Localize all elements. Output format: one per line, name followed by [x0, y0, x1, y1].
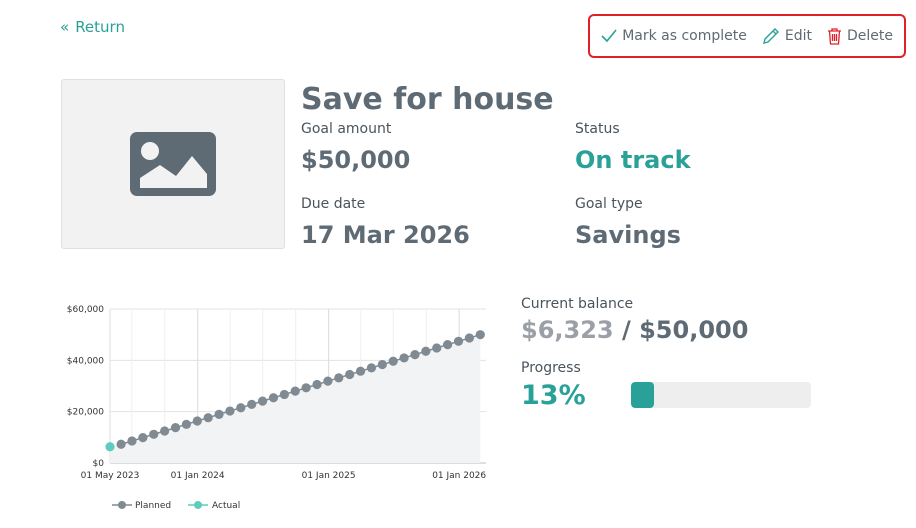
- double-chevron-left-icon: «: [60, 18, 69, 36]
- chart-planned-point: [366, 363, 377, 373]
- edit-label: Edit: [784, 28, 812, 44]
- chart-planned-point: [149, 429, 159, 439]
- chart-planned-point: [388, 356, 398, 366]
- legend-planned-marker: [118, 501, 126, 509]
- chart-planned-point: [236, 403, 246, 413]
- checkmark-icon: [601, 29, 617, 43]
- image-placeholder-icon: [130, 132, 216, 196]
- chart-planned-point: [203, 413, 213, 423]
- due-date-value: 17 Mar 2026: [301, 221, 470, 249]
- chart-planned-point: [116, 439, 126, 449]
- trash-icon: [828, 28, 841, 45]
- chart-y-tick-label: $40,000: [67, 356, 104, 366]
- chart-planned-point: [432, 343, 442, 353]
- chart-planned-point: [377, 359, 387, 370]
- mark-complete-label: Mark as complete: [622, 28, 747, 44]
- chart-x-tick-label: 01 May 2023: [81, 471, 140, 481]
- savings-progress-chart: $0 $20,000 $40,000 $60,000 01 May 2023 01 Jan…: [67, 305, 487, 511]
- goal-type-label: Goal type: [575, 196, 643, 212]
- chart-x-tick-label: 01 Jan 2025: [302, 471, 356, 481]
- legend-actual-marker: [194, 501, 202, 509]
- progress-percent: 13%: [521, 380, 586, 411]
- edit-button[interactable]: Edit: [762, 27, 812, 45]
- progress-bar: [631, 382, 811, 408]
- chart-planned-point: [138, 433, 148, 443]
- goal-image-placeholder[interactable]: [61, 79, 285, 249]
- chart-planned-point: [268, 393, 279, 403]
- chart-planned-point: [247, 399, 257, 410]
- chart-planned-point: [443, 340, 453, 350]
- chart-planned-point: [127, 436, 137, 446]
- progress-bar-fill: [631, 382, 654, 408]
- chart-actual-point: [105, 442, 115, 452]
- delete-label: Delete: [847, 28, 893, 44]
- goal-amount-value: $50,000: [301, 146, 411, 174]
- chart-planned-point: [410, 349, 420, 360]
- chart-planned-point: [399, 353, 409, 363]
- current-balance-value: $6,323 / $50,000: [521, 316, 748, 344]
- chart-planned-point: [334, 373, 344, 383]
- chart-y-tick-label: $0: [93, 459, 105, 469]
- chart-y-tick-label: $60,000: [67, 305, 104, 315]
- chart-planned-point: [345, 369, 355, 380]
- chart-planned-point: [192, 416, 202, 426]
- pencil-icon: [762, 28, 779, 44]
- chart-planned-point: [170, 423, 181, 433]
- goal-type-value: Savings: [575, 221, 681, 249]
- chart-planned-point: [257, 396, 268, 406]
- chart-planned-point: [160, 426, 170, 436]
- return-label: Return: [75, 18, 125, 36]
- balance-separator: /: [613, 316, 640, 344]
- chart-planned-point: [279, 389, 289, 400]
- chart-planned-point: [214, 409, 224, 419]
- goal-actions-toolbar: Mark as complete Edit Delete: [588, 14, 906, 58]
- goal-amount-label: Goal amount: [301, 121, 392, 137]
- chart-planned-point: [225, 406, 235, 416]
- chart-planned-point: [464, 333, 474, 343]
- progress-label: Progress: [521, 360, 581, 376]
- chart-y-tick-label: $20,000: [67, 408, 104, 418]
- current-balance-amount: $6,323: [521, 316, 614, 344]
- chart-planned-point: [355, 366, 366, 376]
- chart-planned-point: [312, 379, 322, 390]
- chart-planned-point: [181, 419, 191, 429]
- chart-x-tick-label: 01 Jan 2024: [171, 471, 225, 481]
- current-balance-label: Current balance: [521, 296, 634, 312]
- balance-target-amount: $50,000: [639, 316, 749, 344]
- chart-planned-point: [290, 386, 300, 396]
- chart-planned-point: [421, 346, 431, 356]
- legend-planned-label: Planned: [135, 501, 171, 511]
- legend-actual-label: Actual: [212, 501, 240, 511]
- due-date-label: Due date: [301, 196, 366, 212]
- return-link[interactable]: « Return: [60, 18, 125, 36]
- chart-planned-point: [301, 383, 311, 393]
- chart-planned-point: [323, 376, 333, 386]
- mark-complete-button[interactable]: Mark as complete: [601, 28, 747, 44]
- goal-title: Save for house: [301, 82, 554, 117]
- status-value: On track: [575, 146, 691, 174]
- chart-x-tick-label: 01 Jan 2026: [432, 471, 486, 481]
- delete-button[interactable]: Delete: [827, 27, 893, 45]
- chart-planned-point: [453, 336, 464, 346]
- chart-planned-point: [475, 330, 485, 340]
- status-label: Status: [575, 121, 620, 137]
